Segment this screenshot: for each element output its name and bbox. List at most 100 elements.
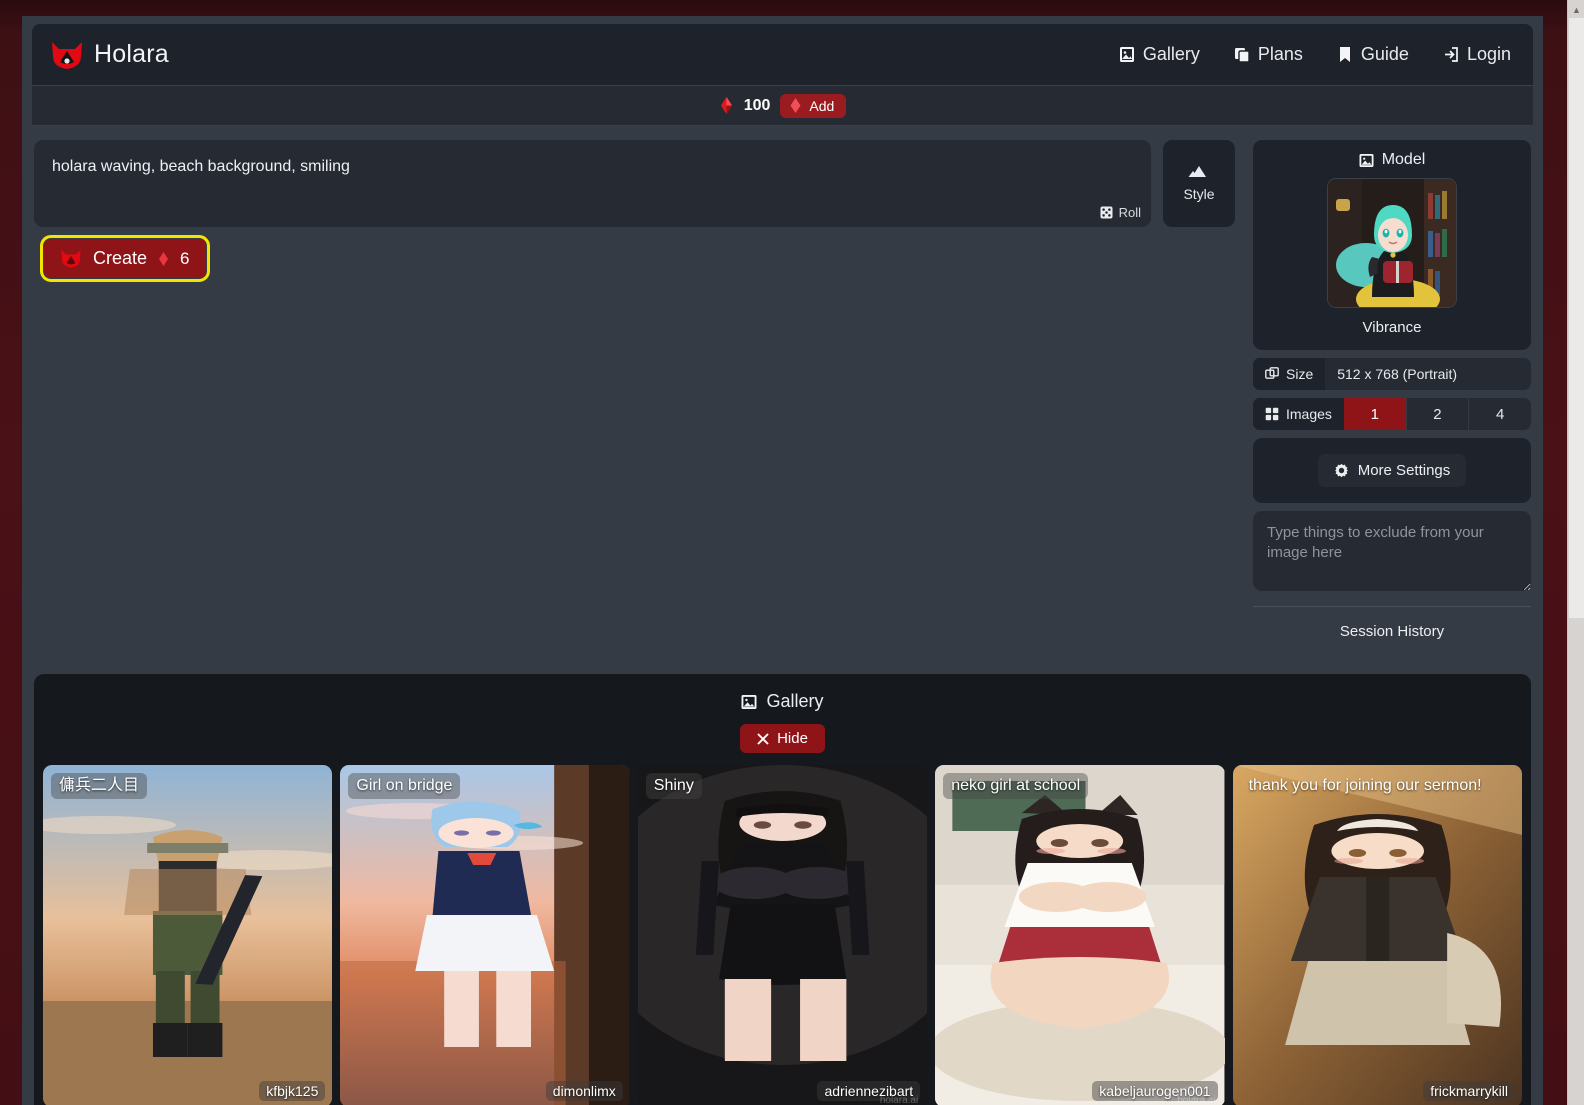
nav-item-login[interactable]: Login bbox=[1443, 44, 1511, 65]
close-icon bbox=[757, 733, 769, 745]
gallery-grid: 傭兵二人目 kfbjk125 Girl on bridge dimonlimx … bbox=[34, 753, 1531, 1105]
model-panel-header: Model bbox=[1253, 151, 1531, 169]
card-artwork bbox=[1232, 765, 1522, 1105]
card-title: Girl on bridge bbox=[348, 773, 461, 799]
grid-icon bbox=[1265, 407, 1279, 421]
create-cost: 6 bbox=[180, 248, 190, 268]
brand-name: Holara bbox=[94, 40, 169, 68]
add-credits-label: Add bbox=[809, 97, 835, 114]
image-icon bbox=[1119, 46, 1135, 63]
scroll-up-arrow-icon[interactable]: ▲ bbox=[1568, 3, 1584, 18]
create-label: Create bbox=[93, 248, 148, 268]
nav-label-gallery: Gallery bbox=[1142, 44, 1200, 64]
gallery-card[interactable]: 傭兵二人目 kfbjk125 bbox=[43, 765, 333, 1105]
gallery-card[interactable]: neko girl at school kabeljaurogen001 hol… bbox=[935, 765, 1225, 1105]
size-label: Size bbox=[1286, 366, 1314, 382]
book-icon bbox=[1337, 46, 1353, 63]
style-label: Style bbox=[1183, 185, 1215, 202]
size-label-group: Size bbox=[1253, 358, 1326, 390]
holara-fox-logo-icon bbox=[60, 249, 82, 268]
gallery-card[interactable]: thank you for joining our sermon! frickm… bbox=[1232, 765, 1522, 1105]
credits-amount: 100 bbox=[743, 96, 771, 114]
more-settings-button[interactable]: More Settings bbox=[1317, 454, 1467, 487]
gallery-title: Gallery bbox=[766, 691, 824, 711]
card-title: 傭兵二人目 bbox=[51, 773, 148, 799]
gallery-card[interactable]: Girl on bridge dimonlimx bbox=[340, 765, 630, 1105]
more-settings-panel: More Settings bbox=[1253, 438, 1531, 503]
nav-item-plans[interactable]: Plans bbox=[1234, 44, 1303, 65]
scrollbar-thumb[interactable] bbox=[1569, 18, 1584, 618]
gear-icon bbox=[1334, 463, 1349, 478]
card-title: Shiny bbox=[645, 773, 702, 799]
image-icon bbox=[741, 694, 757, 710]
images-count-control: Images 1 2 4 bbox=[1253, 398, 1531, 430]
gem-icon bbox=[789, 98, 802, 113]
card-title: thank you for joining our sermon! bbox=[1248, 777, 1482, 794]
workspace: holara waving, beach background, smiling… bbox=[22, 126, 1543, 656]
dice-icon bbox=[1100, 206, 1113, 219]
model-name: Vibrance bbox=[1362, 319, 1422, 336]
hide-label: Hide bbox=[777, 730, 808, 747]
hide-gallery-button[interactable]: Hide bbox=[740, 724, 825, 753]
roll-button[interactable]: Roll bbox=[1100, 205, 1141, 220]
create-button[interactable]: Create 6 bbox=[40, 235, 210, 282]
size-control: Size 512 x 768 (Portrait) bbox=[1253, 358, 1531, 390]
credits-bar: 100 Add bbox=[32, 86, 1533, 126]
layers-icon bbox=[1234, 46, 1250, 63]
session-history-label[interactable]: Session History bbox=[1253, 607, 1531, 656]
images-option-4[interactable]: 4 bbox=[1469, 398, 1531, 430]
card-artwork bbox=[935, 765, 1225, 1105]
style-button[interactable]: Style bbox=[1163, 140, 1235, 227]
card-username: dimonlimx bbox=[545, 1081, 623, 1101]
prompt-input[interactable]: holara waving, beach background, smiling… bbox=[34, 140, 1151, 227]
settings-sidebar: Model Vibrance Size 512 x 768 (Portrait)… bbox=[1253, 140, 1531, 656]
images-label: Images bbox=[1286, 406, 1332, 422]
prompt-column: holara waving, beach background, smiling… bbox=[34, 140, 1235, 656]
card-artwork bbox=[340, 765, 630, 1105]
create-row: Create 6 bbox=[34, 227, 1235, 282]
nav-item-gallery[interactable]: Gallery bbox=[1119, 44, 1200, 65]
page-viewport: Holara Gallery Plans Guide Login 100 Add… bbox=[22, 16, 1543, 1105]
exclude-wrapper bbox=[1253, 511, 1531, 596]
model-panel: Model Vibrance bbox=[1253, 140, 1531, 350]
browser-frame: Holara Gallery Plans Guide Login 100 Add… bbox=[0, 0, 1584, 1105]
exclude-input[interactable] bbox=[1253, 511, 1531, 591]
model-panel-title: Model bbox=[1381, 151, 1426, 168]
prompt-row: holara waving, beach background, smiling… bbox=[34, 140, 1235, 227]
card-artwork bbox=[637, 765, 928, 1105]
card-artwork bbox=[43, 765, 333, 1105]
images-option-1[interactable]: 1 bbox=[1343, 398, 1407, 430]
card-username: frickmarrykill bbox=[1423, 1081, 1515, 1101]
resize-icon bbox=[1265, 367, 1279, 381]
nav-label-guide: Guide bbox=[1360, 44, 1409, 64]
roll-label: Roll bbox=[1118, 205, 1141, 220]
mountain-icon bbox=[1188, 165, 1210, 178]
browser-scrollbar[interactable]: ▲ bbox=[1567, 0, 1584, 1105]
gallery-panel: Gallery Hide 傭兵二人目 kfbjk125 Girl on brid… bbox=[34, 674, 1531, 1105]
login-arrow-icon bbox=[1443, 46, 1459, 63]
nav-label-login: Login bbox=[1466, 44, 1511, 64]
create-cost-gem-icon bbox=[158, 251, 169, 266]
main-nav: Gallery Plans Guide Login bbox=[1119, 44, 1511, 65]
size-value[interactable]: 512 x 768 (Portrait) bbox=[1325, 358, 1531, 390]
watermark: holara.ai bbox=[1177, 1095, 1216, 1105]
holara-fox-logo-icon bbox=[50, 40, 84, 70]
app-header: Holara Gallery Plans Guide Login bbox=[32, 24, 1533, 86]
add-credits-button[interactable]: Add bbox=[780, 93, 847, 118]
brand[interactable]: Holara bbox=[50, 40, 169, 70]
prompt-text: holara waving, beach background, smiling bbox=[52, 158, 350, 175]
gem-icon bbox=[719, 97, 734, 114]
images-option-2[interactable]: 2 bbox=[1407, 398, 1470, 430]
images-label-group: Images bbox=[1253, 398, 1344, 430]
more-settings-label: More Settings bbox=[1357, 462, 1451, 479]
image-icon bbox=[1359, 153, 1374, 168]
model-thumbnail[interactable] bbox=[1327, 178, 1457, 308]
card-username: kfbjk125 bbox=[259, 1081, 326, 1101]
hide-row: Hide bbox=[34, 724, 1531, 753]
watermark: holara.ai bbox=[879, 1095, 919, 1105]
gallery-card[interactable]: Shiny adriennezibart holara.ai bbox=[637, 765, 928, 1105]
card-title: neko girl at school bbox=[943, 773, 1089, 799]
nav-item-guide[interactable]: Guide bbox=[1337, 44, 1409, 65]
gallery-header: Gallery bbox=[34, 691, 1531, 712]
nav-label-plans: Plans bbox=[1257, 44, 1303, 64]
